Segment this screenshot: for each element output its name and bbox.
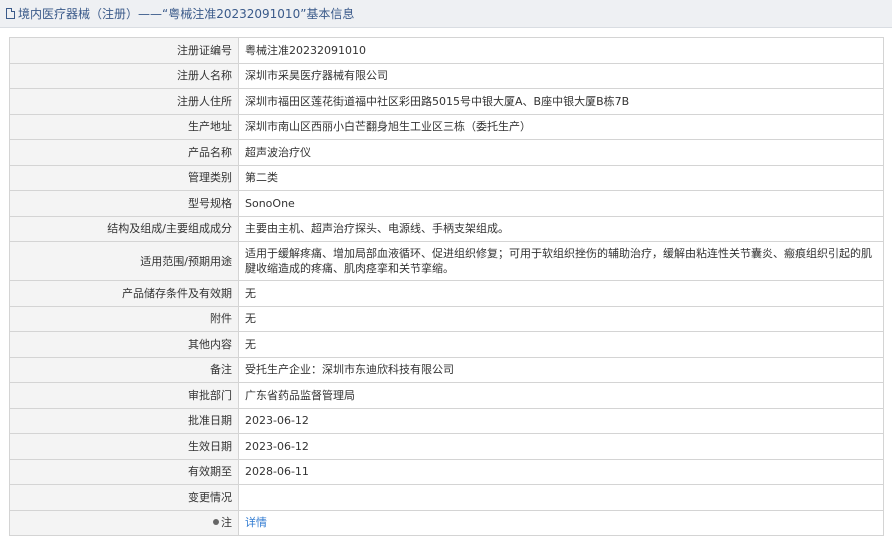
- row-value: 受托生产企业：深圳市东迪欣科技有限公司: [238, 356, 884, 383]
- row-value: 第二类: [238, 164, 884, 191]
- page-title: 境内医疗器械（注册）——“粤械注准20232091010”基本信息: [18, 7, 355, 21]
- details-link[interactable]: 详情: [245, 516, 267, 529]
- row-value: 无: [238, 305, 884, 332]
- row-value: [238, 484, 884, 511]
- row-label: 管理类别: [9, 164, 239, 191]
- table-row: 有效期至 2028-06-11: [9, 458, 884, 485]
- row-label: 适用范围/预期用途: [9, 241, 239, 281]
- table-row: 注 详情: [9, 509, 884, 536]
- page-header: 境内医疗器械（注册）——“粤械注准20232091010”基本信息: [0, 0, 892, 28]
- row-label: 备注: [9, 356, 239, 383]
- row-value: 无: [238, 280, 884, 307]
- row-label: 注: [221, 516, 232, 530]
- row-label: 型号规格: [9, 190, 239, 217]
- row-value: 深圳市采昊医疗器械有限公司: [238, 62, 884, 89]
- table-row: 适用范围/预期用途 适用于缓解疼痛、增加局部血液循环、促进组织修复；可用于软组织…: [9, 241, 884, 281]
- row-label: 产品名称: [9, 139, 239, 166]
- row-label: 其他内容: [9, 331, 239, 358]
- row-label: 产品储存条件及有效期: [9, 280, 239, 307]
- row-value: 广东省药品监督管理局: [238, 382, 884, 409]
- row-value: 深圳市南山区西丽小白芒翻身旭生工业区三栋（委托生产）: [238, 113, 884, 140]
- table-row: 生效日期 2023-06-12: [9, 433, 884, 460]
- row-label: 有效期至: [9, 458, 239, 485]
- row-value: 无: [238, 331, 884, 358]
- row-value: 适用于缓解疼痛、增加局部血液循环、促进组织修复；可用于软组织挫伤的辅助治疗，缓解…: [238, 241, 884, 281]
- row-label: 生产地址: [9, 113, 239, 140]
- row-value: 主要由主机、超声治疗探头、电源线、手柄支架组成。: [238, 215, 884, 242]
- row-label: 变更情况: [9, 484, 239, 511]
- note-label-cell: 注: [9, 509, 239, 536]
- table-row: 产品名称 超声波治疗仪: [9, 139, 884, 166]
- row-value: 粤械注准20232091010: [238, 37, 884, 64]
- row-value: 超声波治疗仪: [238, 139, 884, 166]
- table-row: 注册证编号 粤械注准20232091010: [9, 37, 884, 64]
- row-value: 深圳市福田区莲花街道福中社区彩田路5015号中银大厦A、B座中银大厦B栋7B: [238, 88, 884, 115]
- pin-icon: [213, 519, 219, 526]
- row-value: 2023-06-12: [238, 433, 884, 460]
- row-value: 详情: [238, 509, 884, 536]
- row-label: 注册人名称: [9, 62, 239, 89]
- table-row: 批准日期 2023-06-12: [9, 407, 884, 434]
- table-row: 产品储存条件及有效期 无: [9, 280, 884, 307]
- row-label: 结构及组成/主要组成成分: [9, 215, 239, 242]
- row-value: 2023-06-12: [238, 407, 884, 434]
- row-label: 注册证编号: [9, 37, 239, 64]
- table-row: 审批部门 广东省药品监督管理局: [9, 382, 884, 409]
- table-row: 其他内容 无: [9, 331, 884, 358]
- table-row: 注册人住所 深圳市福田区莲花街道福中社区彩田路5015号中银大厦A、B座中银大厦…: [9, 88, 884, 115]
- row-label: 审批部门: [9, 382, 239, 409]
- info-table: 注册证编号 粤械注准20232091010 注册人名称 深圳市采昊医疗器械有限公…: [9, 37, 884, 536]
- table-row: 备注 受托生产企业：深圳市东迪欣科技有限公司: [9, 356, 884, 383]
- row-label: 批准日期: [9, 407, 239, 434]
- row-label: 注册人住所: [9, 88, 239, 115]
- row-label: 生效日期: [9, 433, 239, 460]
- row-value: 2028-06-11: [238, 458, 884, 485]
- table-row: 型号规格 SonoOne: [9, 190, 884, 217]
- row-label: 附件: [9, 305, 239, 332]
- document-icon: [6, 8, 15, 19]
- table-row: 结构及组成/主要组成成分 主要由主机、超声治疗探头、电源线、手柄支架组成。: [9, 215, 884, 242]
- row-value: SonoOne: [238, 190, 884, 217]
- table-row: 注册人名称 深圳市采昊医疗器械有限公司: [9, 62, 884, 89]
- table-row: 管理类别 第二类: [9, 164, 884, 191]
- table-row: 变更情况: [9, 484, 884, 511]
- table-row: 生产地址 深圳市南山区西丽小白芒翻身旭生工业区三栋（委托生产）: [9, 113, 884, 140]
- table-row: 附件 无: [9, 305, 884, 332]
